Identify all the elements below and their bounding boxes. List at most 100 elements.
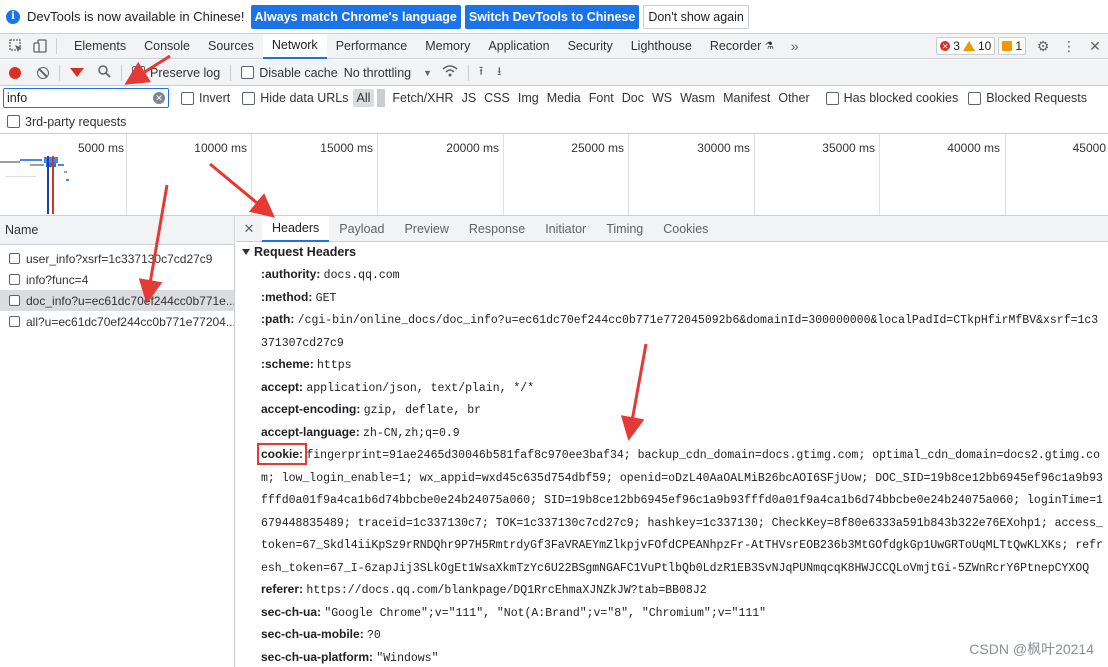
request-list: Name user_info?xsrf=1c337130c7cd27c9 inf… — [0, 216, 235, 667]
tab-memory[interactable]: Memory — [416, 34, 479, 59]
disable-cache-label: Disable cache — [259, 65, 338, 80]
tab-console[interactable]: Console — [135, 34, 199, 59]
tab-performance[interactable]: Performance — [327, 34, 417, 59]
tab-sources[interactable]: Sources — [199, 34, 263, 59]
third-party-option[interactable]: 3rd-party requests — [0, 110, 1108, 134]
request-row[interactable]: user_info?xsrf=1c337130c7cd27c9 — [0, 248, 234, 269]
type-filter-img[interactable]: Img — [514, 89, 543, 107]
disable-cache-checkbox[interactable] — [241, 66, 255, 79]
has-blocked-cookies-option[interactable]: Has blocked cookies — [825, 91, 959, 105]
tab-lighthouse[interactable]: Lighthouse — [622, 34, 701, 59]
always-match-language-button[interactable]: Always match Chrome's language — [250, 4, 461, 29]
errors-badge[interactable]: ✕ 3 10 — [936, 37, 996, 55]
type-filter-doc[interactable]: Doc — [618, 89, 648, 107]
tab-initiator[interactable]: Initiator — [535, 216, 596, 242]
request-row-checkbox[interactable] — [9, 295, 20, 306]
header-value: gzip, deflate, br — [363, 404, 482, 417]
header-key: sec-ch-ua-mobile: — [261, 627, 364, 641]
blocked-requests-option[interactable]: Blocked Requests — [968, 91, 1087, 105]
record-icon[interactable] — [9, 66, 21, 79]
header-key: :path: — [261, 312, 295, 326]
import-har-icon[interactable]: ⭱ — [479, 62, 483, 83]
network-conditions-icon[interactable] — [442, 65, 458, 80]
type-filter-js[interactable]: JS — [458, 89, 481, 107]
warning-icon — [962, 41, 975, 51]
device-toolbar-icon[interactable] — [32, 38, 48, 54]
type-filter-ws[interactable]: WS — [648, 89, 676, 107]
request-row-selected[interactable]: doc_info?u=ec61dc70ef244cc0b771e... — [0, 290, 234, 311]
search-icon[interactable] — [98, 64, 111, 81]
hide-data-urls-checkbox[interactable] — [242, 91, 256, 105]
preserve-log-option[interactable]: Preserve log — [132, 66, 220, 80]
header-row: accept-language: zh-CN,zh;q=0.9 — [236, 422, 1108, 445]
name-column-header[interactable]: Name — [0, 216, 234, 245]
timeline-tick-label: 15000 ms — [320, 141, 373, 155]
type-filter-other[interactable]: Other — [774, 89, 813, 107]
tab-preview[interactable]: Preview — [394, 216, 458, 242]
type-filter-media[interactable]: Media — [543, 89, 585, 107]
toolbar-divider — [59, 64, 60, 81]
infobar-message: DevTools is now available in Chinese! — [27, 9, 245, 24]
clear-filter-icon[interactable]: ✕ — [153, 92, 165, 104]
request-row-checkbox[interactable] — [9, 274, 20, 285]
third-party-label: 3rd-party requests — [25, 114, 127, 129]
timeline-tick-label: 25000 ms — [571, 141, 624, 155]
hide-data-urls-option[interactable]: Hide data URLs — [242, 91, 349, 105]
invert-option[interactable]: Invert — [181, 91, 230, 105]
tab-response[interactable]: Response — [459, 216, 535, 242]
header-key: sec-ch-ua-platform: — [261, 649, 374, 664]
close-devtools-icon[interactable]: ✕ — [1082, 38, 1108, 55]
customize-menu-icon[interactable]: ⋮ — [1056, 38, 1082, 55]
tab-payload[interactable]: Payload — [329, 216, 394, 242]
type-filter-manifest[interactable]: Manifest — [719, 89, 774, 107]
filter-funnel-icon[interactable] — [70, 68, 84, 77]
header-key: accept-encoding: — [261, 402, 361, 416]
clear-icon[interactable] — [37, 66, 49, 79]
issues-badge[interactable]: 1 — [998, 37, 1026, 55]
toolbar-divider — [468, 64, 470, 81]
tab-application[interactable]: Application — [479, 34, 558, 59]
header-row: cookie: fingerprint=91ae2465d30046b581fa… — [236, 443, 1108, 579]
hide-data-urls-label: Hide data URLs — [260, 91, 349, 105]
type-filter-font[interactable]: Font — [585, 89, 618, 107]
filter-input[interactable]: info ✕ — [3, 88, 169, 108]
export-har-icon[interactable]: ⭳ — [497, 62, 501, 83]
toolbar-divider — [121, 64, 122, 81]
third-party-checkbox[interactable] — [7, 115, 20, 128]
tab-network[interactable]: Network — [262, 33, 327, 59]
blocked-requests-checkbox[interactable] — [968, 91, 982, 105]
throttling-select[interactable]: No throttling ▼ — [344, 66, 432, 80]
type-filter-css[interactable]: CSS — [480, 89, 514, 107]
tab-headers[interactable]: Headers — [262, 216, 330, 242]
more-tabs-icon[interactable]: » — [791, 38, 799, 54]
has-blocked-cookies-checkbox[interactable] — [825, 91, 839, 105]
tab-timing[interactable]: Timing — [596, 216, 653, 242]
request-details-pane: ✕ Headers Payload Preview Response Initi… — [236, 216, 1108, 667]
type-filter-wasm[interactable]: Wasm — [676, 89, 719, 107]
inspect-element-icon[interactable] — [8, 38, 24, 54]
dont-show-again-button[interactable]: Don't show again — [643, 4, 749, 29]
disable-cache-option[interactable]: Disable cache — [241, 66, 338, 80]
request-row[interactable]: info?func=4 — [0, 269, 234, 290]
tab-elements[interactable]: Elements — [65, 34, 135, 59]
header-key: sec-ch-ua: — [261, 604, 322, 619]
toolbar-divider — [230, 64, 232, 81]
language-infobar: i DevTools is now available in Chinese! … — [0, 0, 1108, 34]
has-blocked-cookies-label: Has blocked cookies — [843, 91, 959, 105]
switch-to-chinese-button[interactable]: Switch DevTools to Chinese — [464, 4, 640, 29]
tab-cookies[interactable]: Cookies — [653, 216, 718, 242]
settings-gear-icon[interactable]: ⚙ — [1030, 38, 1056, 55]
type-filter-all[interactable]: All — [352, 89, 375, 107]
request-row-checkbox[interactable] — [9, 253, 20, 264]
request-row[interactable]: all?u=ec61dc70ef244cc0b771e77204... — [0, 311, 234, 332]
close-details-icon[interactable]: ✕ — [236, 221, 262, 237]
type-filter-fetch-xhr[interactable]: Fetch/XHR — [388, 89, 457, 107]
header-row: accept-encoding: gzip, deflate, br — [236, 399, 1108, 422]
tab-recorder[interactable]: Recorder ⚗ — [701, 34, 783, 59]
request-row-checkbox[interactable] — [9, 316, 20, 327]
request-headers-section[interactable]: Request Headers — [236, 242, 1108, 262]
tab-security[interactable]: Security — [559, 34, 622, 59]
preserve-log-checkbox[interactable] — [132, 66, 145, 79]
invert-checkbox[interactable] — [181, 91, 194, 105]
network-overview-timeline[interactable]: 5000 ms 10000 ms 15000 ms 20000 ms 25000… — [0, 134, 1108, 216]
